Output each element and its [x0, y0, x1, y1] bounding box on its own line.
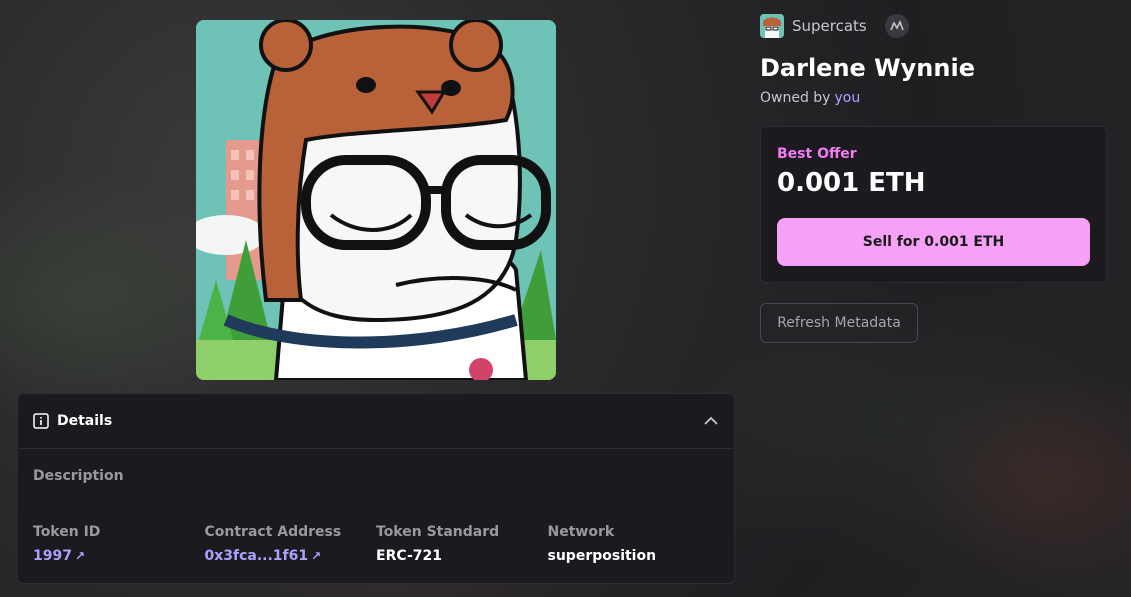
property-token-standard: Token Standard ERC-721 — [376, 524, 548, 564]
description-label: Description — [33, 468, 124, 484]
details-panel: Details Description Token ID 1997 ↗ Contr… — [17, 393, 735, 584]
property-label: Contract Address — [204, 524, 342, 540]
token-id-link[interactable]: 1997 ↗ — [33, 548, 205, 564]
property-label: Token ID — [33, 524, 101, 540]
property-network: Network superposition — [548, 524, 720, 564]
contract-address-value: 0x3fca...1f61 — [204, 548, 309, 564]
token-id-value: 1997 — [33, 548, 72, 564]
best-offer-label: Best Offer — [777, 146, 857, 162]
property-contract-address: Contract Address 0x3fca...1f61 ↗ — [205, 524, 377, 564]
best-offer-card: Best Offer 0.001 ETH Sell for 0.001 ETH — [760, 126, 1107, 283]
owner-link[interactable]: you — [834, 90, 860, 106]
refresh-metadata-button[interactable]: Refresh Metadata — [760, 303, 918, 343]
supercat-avatar-icon — [760, 14, 784, 38]
info-icon — [33, 413, 49, 429]
external-link-icon: ↗ — [311, 549, 322, 563]
marketplace-icon[interactable] — [884, 14, 909, 38]
token-standard-value: ERC-721 — [376, 548, 442, 564]
best-offer-price: 0.001 ETH — [777, 168, 926, 198]
owned-by-label: Owned by — [760, 90, 831, 106]
contract-address-link[interactable]: 0x3fca...1f61 ↗ — [205, 548, 377, 564]
properties-row: Token ID 1997 ↗ Contract Address 0x3fca..… — [33, 524, 719, 564]
nft-name: Darlene Wynnie — [760, 54, 975, 82]
details-title: Details — [57, 413, 113, 429]
network-value: superposition — [547, 548, 657, 564]
sell-button[interactable]: Sell for 0.001 ETH — [777, 218, 1090, 266]
details-header[interactable]: Details — [18, 394, 734, 449]
collection-name[interactable]: Supercats — [792, 17, 867, 35]
nft-image — [196, 20, 556, 380]
external-link-icon: ↗ — [74, 549, 86, 563]
property-label: Network — [547, 524, 615, 540]
owner-line: Owned by you — [760, 90, 860, 106]
collection-row: Supercats — [760, 14, 909, 38]
property-token-id: Token ID 1997 ↗ — [33, 524, 205, 564]
chevron-up-icon[interactable] — [703, 413, 719, 429]
property-label: Token Standard — [376, 524, 500, 540]
collection-avatar[interactable] — [760, 14, 784, 38]
